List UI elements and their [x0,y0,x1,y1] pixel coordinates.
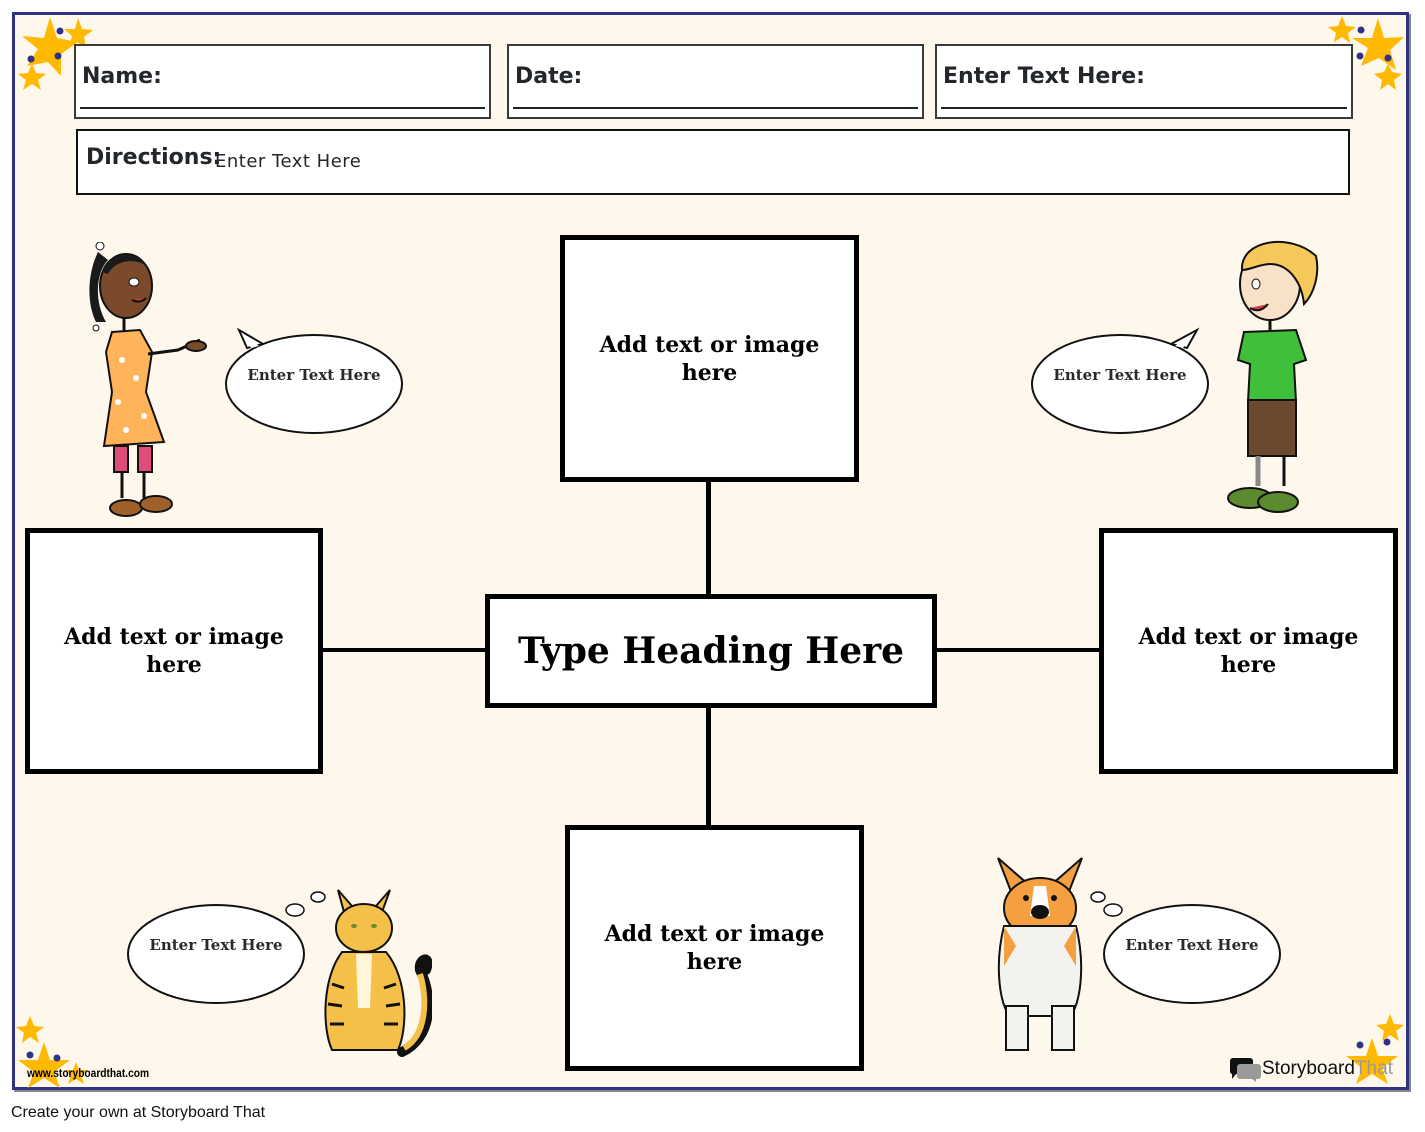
girl-speech-bubble[interactable]: Enter Text Here [225,327,403,434]
girl-speech-text: Enter Text Here [247,366,381,384]
center-heading: Type Heading Here [517,630,905,672]
dog-thought-text: Enter Text Here [1125,936,1259,954]
cat-thought-text: Enter Text Here [149,936,283,954]
right-box-text: Add text or image here [1138,624,1359,678]
connector-right [933,648,1103,652]
date-underline [513,107,918,109]
extra-underline [941,107,1347,109]
directions-label: Directions: [86,145,222,170]
boy-character-icon [1227,241,1319,513]
extra-label: Enter Text Here: [943,64,1145,89]
top-box-text: Add text or image here [599,331,820,386]
footer-url[interactable]: www.storyboardthat.com [27,1066,149,1080]
date-label: Date: [515,64,583,89]
center-heading-box[interactable]: Type Heading Here [485,594,937,708]
top-box[interactable]: Add text or image here [560,235,859,482]
chat-bubbles-icon [1229,1058,1261,1082]
right-box[interactable]: Add text or image here [1099,528,1398,774]
connector-bottom [706,705,711,829]
brand-secondary: That [1354,1058,1393,1079]
boy-speech-text: Enter Text Here [1053,366,1187,384]
extra-field[interactable]: Enter Text Here: [935,44,1353,119]
girl-character-icon [89,242,207,517]
dog-thought-bubble[interactable]: Enter Text Here [1090,891,1281,1004]
connector-left [320,648,489,652]
create-your-own-caption[interactable]: Create your own at Storyboard That [11,1104,265,1122]
name-label: Name: [82,64,162,89]
connector-top [706,478,711,598]
directions-field[interactable]: Directions: Enter Text Here [76,129,1350,195]
dog-character-icon [997,857,1083,1051]
cat-character-icon [324,889,432,1057]
storyboardthat-logo[interactable]: Storyboard That [1228,1056,1393,1082]
brand-primary: Storyboard [1262,1058,1355,1079]
date-field[interactable]: Date: [507,44,924,119]
cat-thought-bubble[interactable]: Enter Text Here [127,891,326,1004]
left-box-text: Add text or image here [64,624,284,678]
left-box[interactable]: Add text or image here [25,528,323,774]
bottom-box-text: Add text or image here [604,921,825,975]
name-field[interactable]: Name: [74,44,491,119]
name-underline [80,107,485,109]
bottom-box[interactable]: Add text or image here [565,825,864,1071]
boy-speech-bubble[interactable]: Enter Text Here [1031,327,1209,434]
directions-value[interactable]: Enter Text Here [215,151,361,172]
